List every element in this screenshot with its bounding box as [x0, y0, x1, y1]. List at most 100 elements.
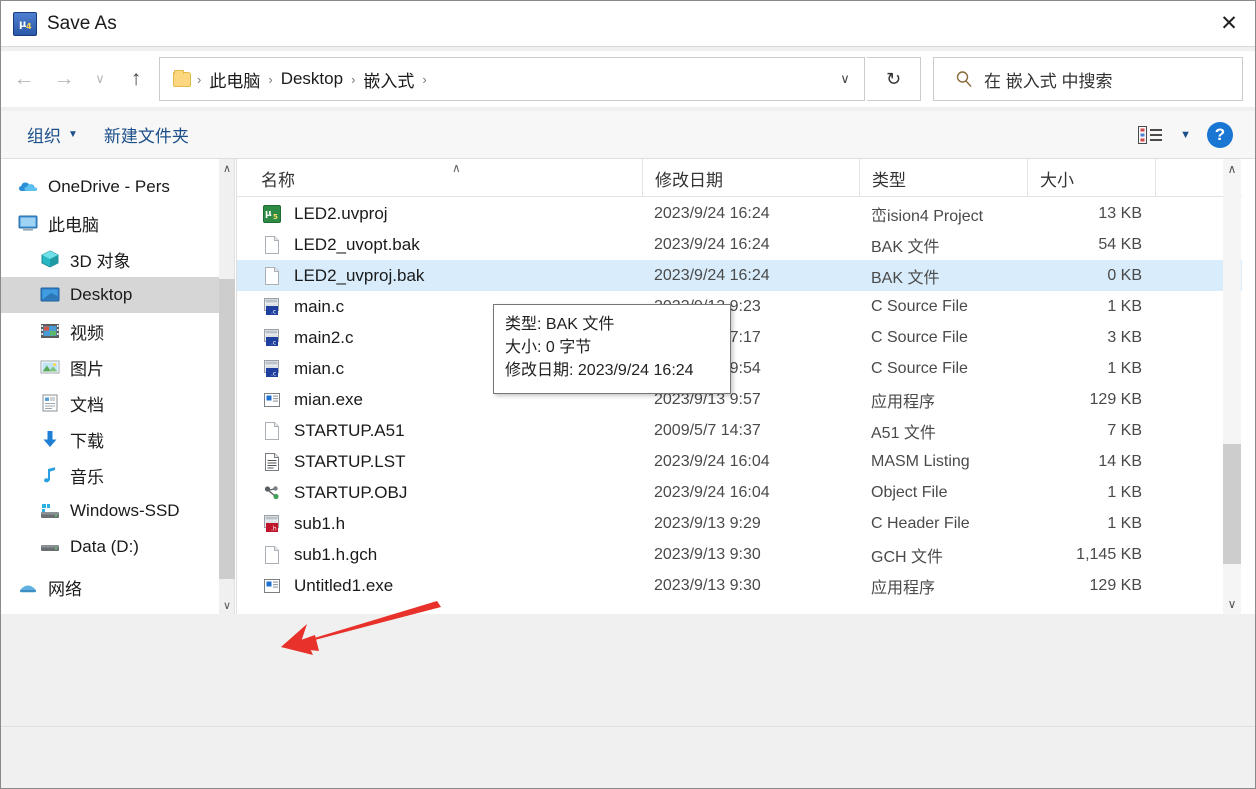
breadcrumb-separator: ›	[197, 71, 202, 87]
breadcrumb-item-0[interactable]: 此电脑	[203, 64, 266, 95]
svg-text:.c: .c	[271, 339, 276, 346]
blank-file-icon	[261, 265, 283, 287]
table-row[interactable]: .c main.c 2023/9/13 9:23 C Source File 1…	[237, 291, 1242, 322]
uvision4-icon: μ 4	[13, 12, 37, 36]
sidebar-scrollbar[interactable]: ∧ ∨	[219, 159, 235, 614]
file-name-label: main.c	[294, 296, 345, 316]
file-name-cell: STARTUP.A51	[261, 420, 405, 442]
file-type-cell: 应用程序	[871, 579, 936, 597]
table-row[interactable]: .c main2.c 2023/9/9 17:17 C Source File …	[237, 322, 1242, 353]
sidebar-item-documents[interactable]: 文档	[1, 385, 219, 421]
scroll-down-icon[interactable]: ∨	[1223, 594, 1241, 614]
recent-locations-icon[interactable]: ∨	[87, 62, 113, 96]
column-header-size[interactable]: 大小	[1027, 159, 1155, 197]
file-name-cell: Untitled1.exe	[261, 575, 393, 597]
breadcrumb-separator: ›	[268, 71, 273, 87]
file-type-cell: Object File	[871, 483, 948, 501]
table-row[interactable]: mian.exe 2023/9/13 9:57 应用程序 129 KB	[237, 384, 1242, 415]
file-name-label: LED2_uvproj.bak	[294, 265, 425, 285]
file-name-cell: .c main2.c	[261, 327, 354, 349]
file-name-label: sub1.h	[294, 513, 346, 533]
search-icon	[948, 70, 980, 88]
help-button[interactable]: ?	[1207, 121, 1233, 148]
file-size-cell: 129 KB	[1089, 390, 1142, 408]
table-row[interactable]: STARTUP.LST 2023/9/24 16:04 MASM Listing…	[237, 446, 1242, 477]
sidebar-item-music[interactable]: 音乐	[1, 457, 219, 493]
file-size-cell: 1 KB	[1107, 359, 1142, 377]
c-source-icon: .c	[261, 327, 283, 349]
breadcrumb-item-1[interactable]: Desktop	[275, 66, 349, 92]
file-name-cell: STARTUP.LST	[261, 451, 405, 473]
new-folder-button[interactable]: 新建文件夹	[104, 122, 189, 147]
breadcrumb-separator: ›	[422, 71, 427, 87]
organize-button[interactable]: 组织 ▼	[27, 122, 78, 147]
table-row[interactable]: μ 5 LED2.uvproj 2023/9/24 16:24 峦ision4 …	[237, 198, 1242, 229]
column-header-date[interactable]: 修改日期	[642, 159, 859, 197]
column-header-type[interactable]: 类型	[859, 159, 1027, 197]
table-row[interactable]: STARTUP.A51 2009/5/7 14:37 A51 文件 7 KB	[237, 415, 1242, 446]
sidebar-item-this-pc[interactable]: 此电脑	[1, 205, 219, 241]
file-list: 名称 ∧ 修改日期 类型 大小 μ 5 LED2.uvproj 2023/9/2…	[236, 159, 1242, 614]
tooltip-type-line: 类型: BAK 文件	[505, 316, 615, 333]
up-icon[interactable]: ↑	[119, 62, 153, 96]
scroll-up-icon[interactable]: ∧	[219, 159, 235, 177]
sidebar-item-downloads[interactable]: 下载	[1, 421, 219, 457]
new-folder-label: 新建文件夹	[103, 127, 189, 146]
file-date-cell: 2023/9/24 16:04	[654, 452, 770, 470]
chevron-down-icon[interactable]: ∨	[830, 59, 860, 99]
sidebar-item-label: Data (D:)	[70, 537, 139, 556]
sidebar-item-label: 此电脑	[48, 215, 99, 235]
sidebar-scroll-thumb[interactable]	[219, 279, 235, 579]
file-size-cell: 3 KB	[1107, 328, 1142, 346]
scroll-up-icon[interactable]: ∧	[1223, 159, 1241, 179]
file-type-cell: BAK 文件	[871, 269, 940, 287]
sidebar-item-label: 下载	[70, 431, 104, 451]
organize-label: 组织	[27, 127, 61, 146]
sidebar-item-network[interactable]: 网络	[1, 569, 219, 605]
refresh-icon[interactable]: ↻	[867, 57, 921, 101]
sidebar-item-desktop[interactable]: Desktop	[1, 277, 219, 313]
title-bar: μ 4 Save As ✕	[1, 1, 1255, 47]
file-name-cell: μ 5 LED2.uvproj	[261, 203, 388, 225]
file-type-cell: A51 文件	[871, 424, 936, 442]
breadcrumb-item-2[interactable]: 嵌入式	[357, 64, 420, 95]
sidebar-item-onedrive[interactable]: OneDrive - Pers	[1, 169, 219, 205]
table-row[interactable]: STARTUP.OBJ 2023/9/24 16:04 Object File …	[237, 477, 1242, 508]
file-tooltip: 类型: BAK 文件 大小: 0 字节 修改日期: 2023/9/24 16:2…	[493, 304, 731, 394]
search-input[interactable]: 在 嵌入式 中搜索	[933, 57, 1243, 101]
table-row[interactable]: LED2_uvopt.bak 2023/9/24 16:24 BAK 文件 54…	[237, 229, 1242, 260]
table-row[interactable]: .h sub1.h 2023/9/13 9:29 C Header File 1…	[237, 508, 1242, 539]
window-title: Save As	[47, 13, 117, 34]
sidebar-item-data-d[interactable]: Data (D:)	[1, 529, 219, 565]
footer-bar: ∧ 隐藏文件夹 保存(S) 取消 CSDN @楚云端123	[1, 726, 1255, 788]
file-list-scroll-thumb[interactable]	[1223, 444, 1241, 564]
sidebar-item-videos[interactable]: 视频	[1, 313, 219, 349]
file-name-cell: LED2_uvopt.bak	[261, 234, 420, 256]
file-list-scrollbar[interactable]: ∧ ∨	[1223, 159, 1241, 614]
file-type-cell: C Header File	[871, 514, 970, 532]
table-row[interactable]: LED2_uvproj.bak 2023/9/24 16:24 BAK 文件 0…	[237, 260, 1242, 291]
svg-text:.c: .c	[271, 370, 276, 377]
file-date-cell: 2009/5/7 14:37	[654, 421, 761, 439]
file-date-cell: 2023/9/24 16:24	[654, 204, 770, 222]
table-row[interactable]: Untitled1.exe 2023/9/13 9:30 应用程序 129 KB	[237, 570, 1242, 601]
table-row[interactable]: .c mian.c 2023/9/13 9:54 C Source File 1…	[237, 353, 1242, 384]
file-name-label: Untitled1.exe	[294, 575, 394, 595]
close-icon[interactable]: ✕	[1201, 1, 1255, 45]
sidebar-item-windows-ssd[interactable]: Windows-SSD	[1, 493, 219, 529]
sidebar-item-3d-objects[interactable]: 3D 对象	[1, 241, 219, 277]
blank-file-icon	[261, 234, 283, 256]
back-icon[interactable]: ←	[7, 62, 41, 96]
address-bar[interactable]: › 此电脑 › Desktop › 嵌入式 › ∨	[159, 57, 865, 101]
breadcrumb-separator: ›	[351, 71, 356, 87]
view-layout-icon[interactable]	[1138, 125, 1164, 144]
file-size-cell: 7 KB	[1107, 421, 1142, 439]
sidebar-item-pictures[interactable]: 图片	[1, 349, 219, 385]
forward-icon[interactable]: →	[47, 62, 81, 96]
chevron-down-icon[interactable]: ▼	[1180, 129, 1191, 141]
downloads-icon	[39, 428, 61, 450]
table-row[interactable]: sub1.h.gch 2023/9/13 9:30 GCH 文件 1,145 K…	[237, 539, 1242, 570]
file-size-cell: 0 KB	[1107, 266, 1142, 284]
column-header-extra[interactable]	[1155, 159, 1224, 197]
scroll-down-icon[interactable]: ∨	[219, 596, 235, 614]
